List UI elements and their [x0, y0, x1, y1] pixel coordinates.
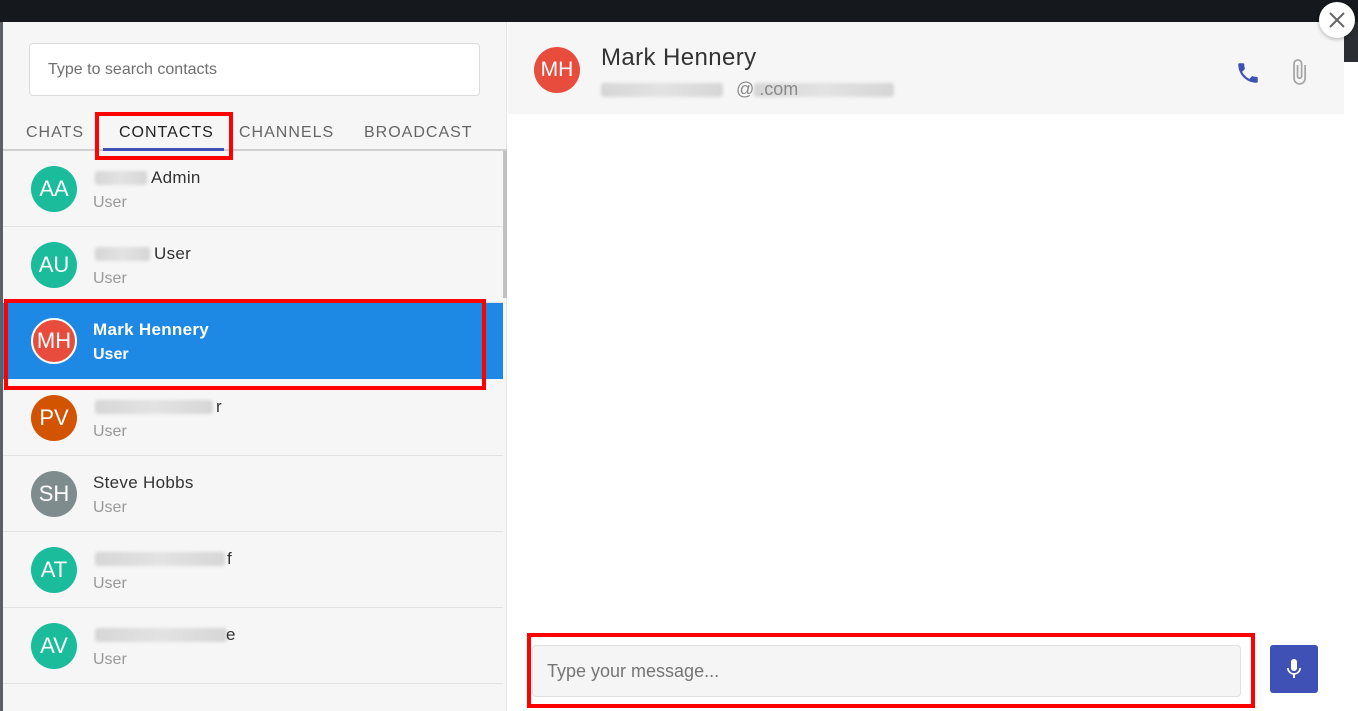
- list-item[interactable]: AT f User: [3, 532, 503, 608]
- contact-name: f: [227, 549, 233, 568]
- contact-role: User: [93, 346, 129, 363]
- list-item[interactable]: PV r User: [3, 380, 503, 456]
- mic-button[interactable]: [1270, 645, 1318, 693]
- contact-name: r: [216, 397, 222, 416]
- list-item[interactable]: AU User User: [3, 227, 503, 303]
- contact-name: User: [154, 244, 192, 263]
- contact-role: User: [93, 423, 127, 440]
- avatar: SH: [31, 471, 77, 517]
- redacted-text: [95, 247, 150, 261]
- phone-icon[interactable]: [1235, 60, 1261, 86]
- contact-name: Mark Hennery: [93, 320, 210, 339]
- avatar: AU: [31, 242, 77, 288]
- chat-contact-email: @ .com: [736, 79, 799, 99]
- tab-bar: CHATS CONTACTS CHANNELS BROADCAST: [3, 115, 507, 151]
- search-input[interactable]: [29, 43, 480, 96]
- avatar: MH: [534, 47, 580, 93]
- redacted-text: [95, 552, 225, 566]
- contact-name: Steve Hobbs: [93, 473, 194, 492]
- list-item[interactable]: AV e User: [3, 608, 503, 684]
- close-button[interactable]: [1319, 2, 1355, 38]
- tab-chats[interactable]: CHATS: [26, 118, 84, 148]
- browser-top-bar: [0, 0, 1358, 22]
- list-item[interactable]: AA Admin User: [3, 151, 503, 227]
- contacts-panel: CHATS CONTACTS CHANNELS BROADCAST AA Adm…: [3, 22, 507, 711]
- avatar: MH: [31, 318, 77, 364]
- redacted-text: [95, 628, 227, 642]
- list-item-selected[interactable]: MH Mark Hennery User: [3, 303, 503, 379]
- avatar: AV: [31, 623, 77, 669]
- chat-contact-name: Mark Hennery: [601, 44, 757, 71]
- redacted-text: [95, 171, 147, 185]
- paperclip-icon[interactable]: [1285, 58, 1313, 86]
- redacted-text: [601, 83, 723, 97]
- avatar: AT: [31, 547, 77, 593]
- contact-role: User: [93, 651, 127, 668]
- microphone-icon: [1287, 659, 1301, 678]
- contact-name: Admin: [151, 168, 201, 187]
- avatar: AA: [31, 166, 77, 212]
- tab-contacts[interactable]: CONTACTS: [119, 118, 214, 148]
- chat-header: MH Mark Hennery @ .com: [508, 22, 1344, 114]
- contact-role: User: [93, 270, 127, 287]
- redacted-text: [95, 400, 213, 414]
- tab-channels[interactable]: CHANNELS: [239, 118, 334, 148]
- contact-role: User: [93, 575, 127, 592]
- tab-broadcast[interactable]: BROADCAST: [364, 118, 473, 148]
- message-input[interactable]: [532, 645, 1241, 697]
- contact-name: e: [226, 625, 236, 644]
- conversation-panel: MH Mark Hennery @ .com: [508, 22, 1344, 711]
- list-item[interactable]: SH Steve Hobbs User: [3, 456, 503, 532]
- contact-role: User: [93, 499, 127, 516]
- chat-modal: CHATS CONTACTS CHANNELS BROADCAST AA Adm…: [3, 22, 1344, 711]
- contact-role: User: [93, 194, 127, 211]
- background-strip: [1344, 22, 1358, 711]
- contact-list-scrollbar[interactable]: [503, 151, 507, 298]
- contact-list: AA Admin User AU User User MH Mark Henne…: [3, 151, 503, 711]
- avatar: PV: [31, 395, 77, 441]
- close-icon: [1329, 12, 1345, 28]
